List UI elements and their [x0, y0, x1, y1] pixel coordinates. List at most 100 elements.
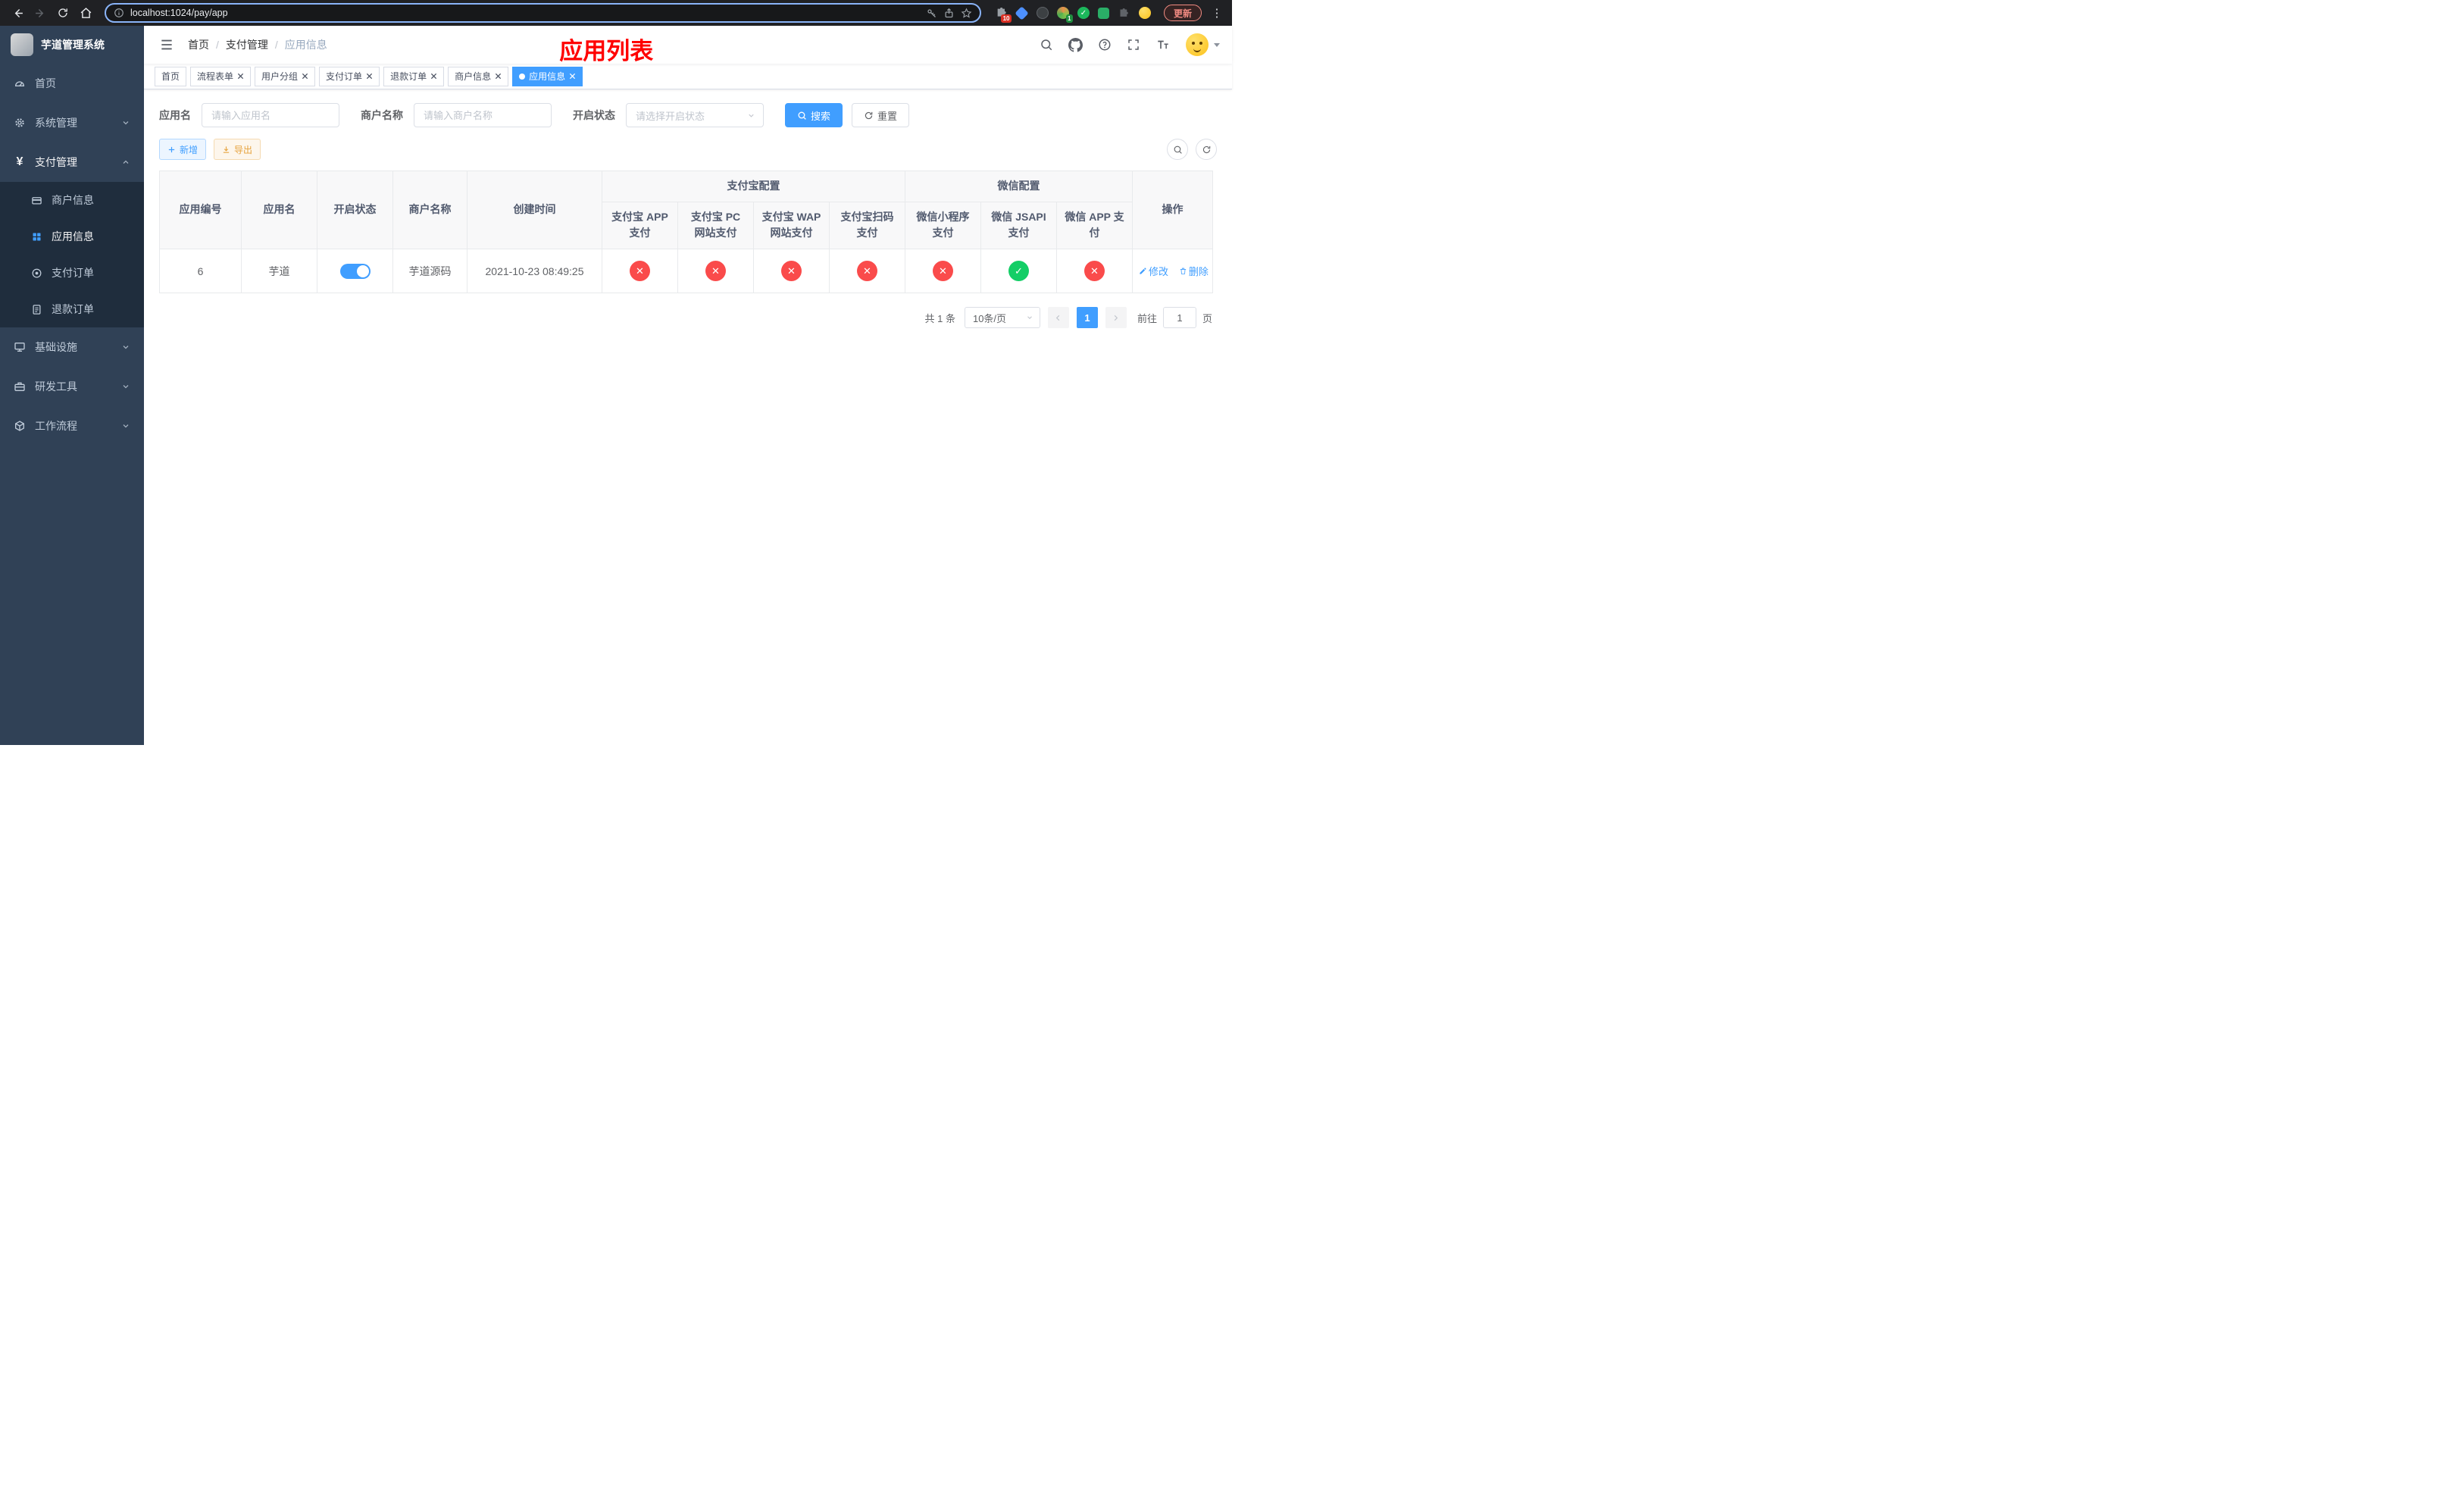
- sidebar-item-dev-tools[interactable]: 研发工具: [0, 367, 144, 406]
- goto-suffix-label: 页: [1202, 312, 1212, 324]
- browser-forward-button[interactable]: [30, 3, 50, 23]
- extension-puzzle2-icon[interactable]: [1118, 6, 1131, 20]
- app-name-input[interactable]: [202, 103, 339, 127]
- sidebar-item-system[interactable]: 系统管理: [0, 103, 144, 142]
- sidebar-toggle-icon[interactable]: [156, 34, 177, 55]
- avatar-image: [1186, 33, 1209, 56]
- plus-icon: [168, 146, 175, 152]
- sidebar-item-app-info[interactable]: 应用信息: [0, 218, 144, 255]
- tab-app-info[interactable]: 应用信息: [512, 66, 583, 86]
- edit-link[interactable]: 修改: [1139, 264, 1168, 278]
- close-icon[interactable]: [430, 73, 437, 80]
- url-text[interactable]: localhost:1024/pay/app: [130, 8, 920, 18]
- search-button[interactable]: 搜索: [785, 103, 843, 127]
- merchant-name-input[interactable]: [414, 103, 552, 127]
- status-label: 开启状态: [573, 109, 615, 121]
- next-page-button[interactable]: [1105, 307, 1127, 329]
- chevron-down-icon: [121, 118, 130, 127]
- grid-icon: [30, 231, 42, 243]
- bookmark-star-icon[interactable]: [961, 8, 972, 19]
- sidebar-item-refund-order[interactable]: 退款订单: [0, 291, 144, 327]
- extension-emoji-icon[interactable]: [1138, 6, 1152, 20]
- chevron-right-icon: [1115, 315, 1118, 321]
- goto-page-input[interactable]: [1162, 307, 1196, 329]
- browser-home-button[interactable]: [76, 3, 95, 23]
- wechat-jsapi-status-icon: [1008, 261, 1029, 282]
- breadcrumb-home[interactable]: 首页: [188, 37, 209, 52]
- reset-button[interactable]: 重置: [852, 103, 910, 127]
- add-button[interactable]: 新增: [159, 139, 207, 160]
- breadcrumb-payment[interactable]: 支付管理: [226, 37, 268, 52]
- status-select[interactable]: 请选择开启状态: [626, 103, 764, 127]
- extension-chat-icon[interactable]: [1097, 6, 1111, 20]
- breadcrumb: 首页 支付管理 应用信息: [188, 37, 327, 52]
- sidebar-item-merchant-info[interactable]: 商户信息: [0, 182, 144, 218]
- breadcrumb-separator: [275, 39, 278, 51]
- sidebar-item-infrastructure[interactable]: 基础设施: [0, 327, 144, 367]
- chevron-down-icon: [749, 114, 754, 117]
- caret-down-icon: [1214, 42, 1220, 47]
- extension-profile-icon[interactable]: 1: [1056, 6, 1073, 23]
- page-size-select[interactable]: 10条/页: [964, 307, 1040, 329]
- update-button[interactable]: 更新: [1163, 5, 1202, 21]
- document-icon: [30, 304, 42, 315]
- page-number-button[interactable]: 1: [1076, 307, 1098, 329]
- search-icon[interactable]: [1040, 38, 1053, 52]
- col-wx-app: 微信 APP 支付: [1055, 201, 1134, 250]
- tab-merchant-info[interactable]: 商户信息: [448, 66, 509, 86]
- browser-back-button[interactable]: [8, 3, 27, 23]
- extensions-puzzle-icon[interactable]: 10: [995, 6, 1012, 23]
- tab-process-form[interactable]: 流程表单: [190, 66, 252, 86]
- export-button[interactable]: 导出: [214, 139, 261, 160]
- extension-dark-icon[interactable]: [1036, 6, 1049, 20]
- col-status: 开启状态: [317, 170, 393, 250]
- app-logo-row: 芋道管理系统: [0, 26, 144, 64]
- search-icon: [798, 111, 806, 120]
- extension-blue-gem-icon[interactable]: [1015, 5, 1030, 20]
- credit-card-icon: [30, 195, 42, 206]
- share-icon[interactable]: [943, 8, 955, 19]
- tab-user-group[interactable]: 用户分组: [255, 66, 316, 86]
- browser-refresh-button[interactable]: [53, 3, 73, 23]
- close-icon[interactable]: [569, 73, 576, 80]
- fullscreen-icon[interactable]: [1127, 38, 1140, 52]
- sidebar-item-home[interactable]: 首页: [0, 64, 144, 103]
- close-icon[interactable]: [302, 73, 308, 80]
- extension-check-icon[interactable]: ✓: [1077, 6, 1090, 20]
- tab-pay-order[interactable]: 支付订单: [319, 66, 380, 86]
- cell-status: [317, 249, 393, 294]
- col-alipay-qr: 支付宝扫码支付: [829, 201, 905, 250]
- close-icon[interactable]: [495, 73, 502, 80]
- status-toggle[interactable]: [339, 263, 371, 279]
- app-logo: [11, 33, 33, 56]
- delete-link[interactable]: 删除: [1179, 264, 1209, 278]
- user-avatar[interactable]: [1186, 33, 1220, 56]
- apps-table: 应用编号 应用名 开启状态 商户名称 创建时间 支付宝配置 微信配置 操作 支付…: [159, 170, 1214, 294]
- toggle-search-button[interactable]: [1167, 139, 1188, 160]
- chevron-down-icon: [121, 382, 130, 391]
- chevron-down-icon: [121, 343, 130, 352]
- alipay-pc-status-icon: [705, 261, 726, 282]
- sidebar-item-payment[interactable]: ¥ 支付管理: [0, 142, 144, 182]
- site-info-icon[interactable]: [114, 8, 124, 18]
- github-icon[interactable]: [1068, 37, 1083, 52]
- chevron-left-icon: [1056, 315, 1060, 321]
- prev-page-button[interactable]: [1047, 307, 1069, 329]
- alipay-wap-status-icon: [781, 261, 802, 282]
- password-key-icon[interactable]: [926, 8, 937, 19]
- sidebar-item-pay-order[interactable]: 支付订单: [0, 255, 144, 291]
- table-row: 6 芋道 芋道源码 2021-10-23 08:49:25 ✕ ✕ ✕ ✕ ✕ …: [159, 249, 1214, 294]
- refresh-table-button[interactable]: [1196, 139, 1217, 160]
- tab-home[interactable]: 首页: [155, 66, 187, 86]
- close-icon[interactable]: [237, 73, 244, 80]
- close-icon[interactable]: [366, 73, 373, 80]
- gear-icon: [14, 117, 26, 129]
- tab-refund-order[interactable]: 退款订单: [383, 66, 445, 86]
- top-navbar: 首页 支付管理 应用信息 应用列表: [144, 26, 1232, 64]
- breadcrumb-separator: [216, 39, 219, 51]
- help-icon[interactable]: [1098, 38, 1112, 52]
- address-bar[interactable]: localhost:1024/pay/app: [105, 3, 981, 23]
- sidebar-item-workflow[interactable]: 工作流程: [0, 406, 144, 446]
- browser-menu-icon[interactable]: ⋮: [1209, 6, 1224, 20]
- font-size-icon[interactable]: [1155, 38, 1171, 52]
